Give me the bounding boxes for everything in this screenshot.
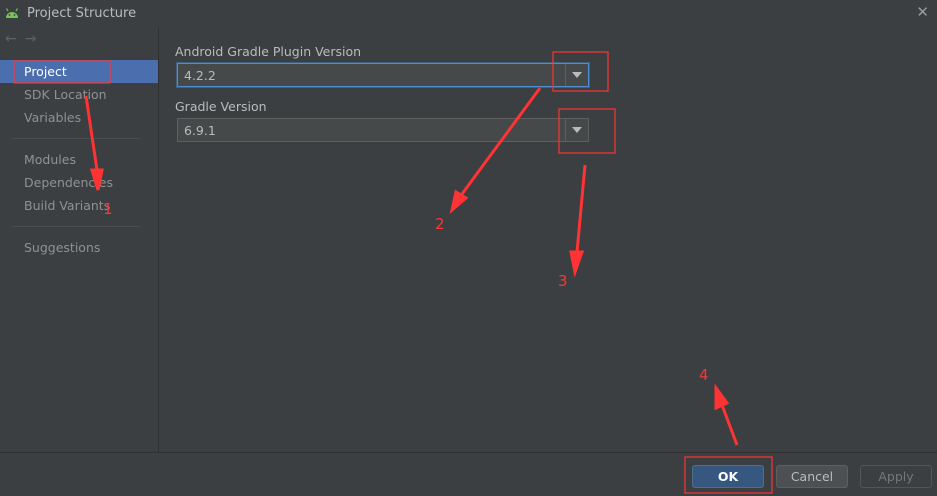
android-icon xyxy=(5,8,19,18)
ok-button[interactable]: OK xyxy=(692,465,764,488)
main-panel: Android Gradle Plugin Version 4.2.2 Grad… xyxy=(159,28,937,452)
gradle-dropdown-button[interactable] xyxy=(565,119,588,141)
gradle-version-label: Gradle Version xyxy=(175,99,267,114)
sidebar-divider xyxy=(12,226,140,227)
title-bar: Project Structure ✕ xyxy=(0,0,937,28)
chevron-down-icon xyxy=(572,127,582,133)
cancel-button[interactable]: Cancel xyxy=(776,465,848,488)
sidebar: ← → Project SDK Location Variables Module… xyxy=(0,28,159,452)
chevron-down-icon xyxy=(572,72,582,78)
agp-version-combobox[interactable]: 4.2.2 xyxy=(177,63,589,87)
dialog-footer: OK Cancel Apply xyxy=(0,452,937,496)
close-icon[interactable]: ✕ xyxy=(916,3,929,21)
agp-version-value[interactable]: 4.2.2 xyxy=(184,68,216,83)
forward-arrow-icon[interactable]: → xyxy=(25,31,37,47)
sidebar-item-dependencies[interactable]: Dependencies xyxy=(0,171,158,194)
gradle-version-combobox[interactable]: 6.9.1 xyxy=(177,118,589,142)
window-title: Project Structure xyxy=(27,6,137,21)
nav-arrows: ← → xyxy=(5,31,44,47)
sidebar-item-variables[interactable]: Variables xyxy=(0,106,158,129)
sidebar-item-suggestions[interactable]: Suggestions xyxy=(0,236,158,259)
sidebar-item-modules[interactable]: Modules xyxy=(0,148,158,171)
sidebar-divider xyxy=(12,138,140,139)
agp-version-label: Android Gradle Plugin Version xyxy=(175,44,362,59)
back-arrow-icon[interactable]: ← xyxy=(5,31,17,47)
annotation-number-4: 4 xyxy=(699,366,709,384)
sidebar-item-build-variants[interactable]: Build Variants xyxy=(0,194,158,217)
gradle-version-value[interactable]: 6.9.1 xyxy=(184,123,216,138)
annotation-number-3: 3 xyxy=(558,272,568,290)
agp-dropdown-button[interactable] xyxy=(565,64,588,86)
sidebar-item-project[interactable]: Project xyxy=(0,60,158,83)
apply-button[interactable]: Apply xyxy=(860,465,932,488)
annotation-number-1: 1 xyxy=(103,200,113,218)
sidebar-item-sdk-location[interactable]: SDK Location xyxy=(0,83,158,106)
annotation-number-2: 2 xyxy=(435,215,445,233)
